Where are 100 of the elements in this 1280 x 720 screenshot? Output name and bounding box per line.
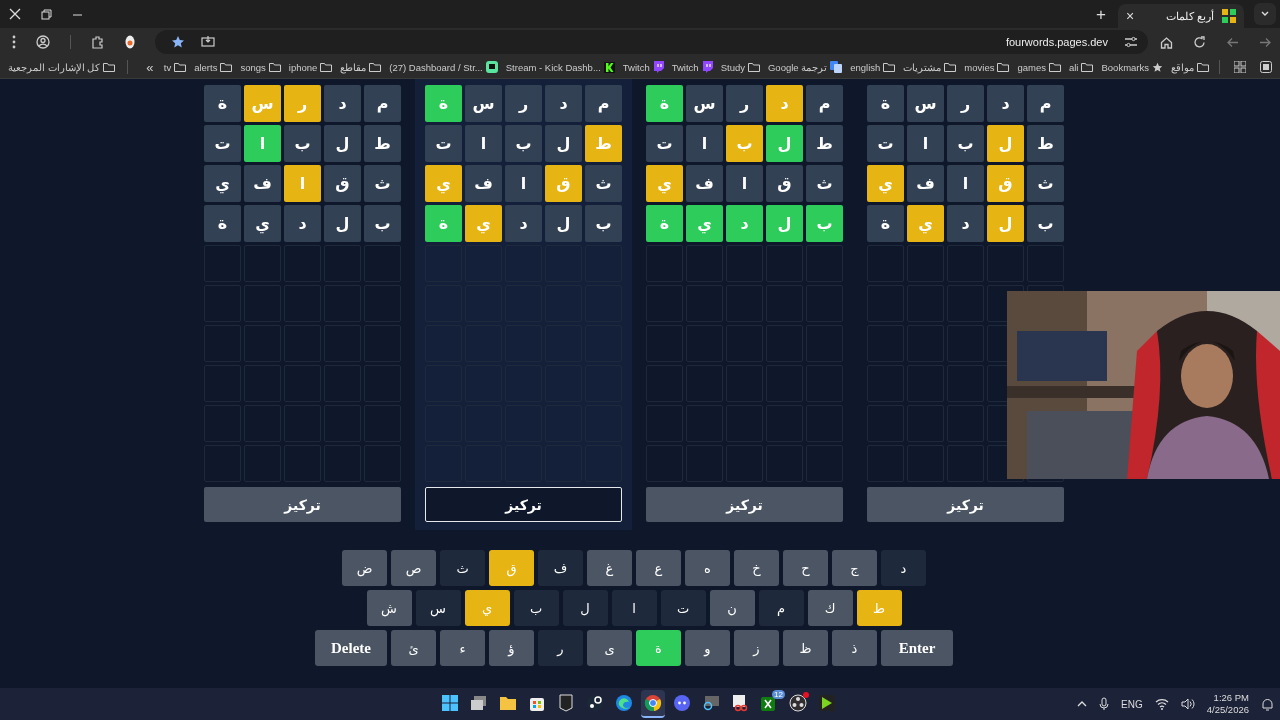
new-tab-button[interactable]: + xyxy=(1096,2,1106,28)
keyboard-key[interactable]: و xyxy=(685,630,730,666)
reload-icon[interactable] xyxy=(1193,35,1206,49)
bookmark-item[interactable]: english xyxy=(850,61,896,73)
bookmark-star-icon[interactable] xyxy=(171,35,185,49)
menu-icon[interactable] xyxy=(12,35,16,49)
keyboard-key[interactable]: ث xyxy=(440,550,485,586)
volume-icon[interactable] xyxy=(1180,698,1195,710)
bookmark-item[interactable]: ali xyxy=(1068,61,1094,73)
bookmark-item[interactable]: tv xyxy=(163,61,187,73)
keyboard-key[interactable]: ش xyxy=(366,590,412,626)
keyboard-key[interactable]: ذ xyxy=(832,630,877,666)
keyboard-key[interactable]: ن xyxy=(709,590,755,626)
apps-icon[interactable] xyxy=(1234,61,1246,73)
tab-close-button[interactable]: × xyxy=(1126,8,1135,24)
keyboard-key[interactable]: ه xyxy=(685,550,730,586)
tab-search-button[interactable] xyxy=(1254,3,1276,25)
folder-icon xyxy=(268,62,281,72)
bookmark-item[interactable]: (27) Dashboard / Str... xyxy=(389,61,498,73)
forward-icon[interactable] xyxy=(1259,35,1272,49)
keyboard-key[interactable]: ض xyxy=(342,550,387,586)
browser-tab[interactable]: × أربع كلمات xyxy=(1118,4,1244,28)
square-icon[interactable] xyxy=(1260,61,1272,73)
keyboard-key[interactable]: ح xyxy=(783,550,828,586)
letter-tile: ط xyxy=(806,125,843,162)
letter-tile: د xyxy=(284,205,321,242)
letter-tile: ا xyxy=(726,165,763,202)
letter-tile: ة xyxy=(867,85,904,122)
folder-icon xyxy=(997,62,1010,72)
home-icon[interactable] xyxy=(1160,35,1173,49)
keyboard-key[interactable]: ت xyxy=(660,590,706,626)
bookmark-item[interactable]: songs xyxy=(240,61,281,73)
keyboard-key[interactable]: غ xyxy=(587,550,632,586)
keyboard-key[interactable]: ى xyxy=(587,630,632,666)
keyboard-key[interactable]: م xyxy=(758,590,804,626)
letter-tile: ب xyxy=(505,125,542,162)
bookmark-item[interactable]: Google ترجمة xyxy=(767,61,843,73)
keyboard-key[interactable]: ص xyxy=(391,550,436,586)
letter-tile: د xyxy=(545,85,582,122)
taskbar-button[interactable] xyxy=(641,690,665,718)
restore-icon[interactable] xyxy=(41,8,52,20)
focus-button[interactable]: تركيز xyxy=(646,487,843,522)
keyboard-key[interactable]: س xyxy=(415,590,461,626)
keyboard-key[interactable]: ر xyxy=(538,630,583,666)
folder-icon xyxy=(944,62,957,72)
keyboard-key[interactable]: ب xyxy=(513,590,559,626)
bookmark-item[interactable]: Twitch xyxy=(622,61,664,73)
wifi-icon[interactable] xyxy=(1154,698,1169,710)
bookmark-item[interactable]: Bookmarks xyxy=(1101,61,1163,73)
bookmark-item[interactable]: Stream - Kick Dashb... xyxy=(505,61,615,73)
more-bookmarks-button[interactable]: « xyxy=(146,59,154,75)
bookmark-item[interactable]: alerts xyxy=(194,61,233,73)
profile-icon[interactable] xyxy=(36,35,50,49)
keyboard-key[interactable]: ك xyxy=(807,590,853,626)
bookmark-item[interactable]: Twitch xyxy=(671,61,713,73)
bookmark-item[interactable]: مشتريات xyxy=(903,61,957,73)
extensions-icon[interactable] xyxy=(91,35,105,49)
all-bookmarks-item[interactable]: كل الإشارات المرجعية xyxy=(8,61,116,73)
clock-date: 4/25/2026 xyxy=(1206,704,1249,716)
bookmark-item[interactable]: Study xyxy=(720,61,760,73)
focus-button[interactable]: تركيز xyxy=(425,487,622,522)
bookmark-item[interactable]: iphone xyxy=(288,61,333,73)
letter-tile: د xyxy=(505,205,542,242)
keyboard-key[interactable]: ا xyxy=(611,590,657,626)
letter-tile: ر xyxy=(284,85,321,122)
keyboard-key[interactable]: ج xyxy=(832,550,877,586)
letter-tile: ا xyxy=(947,165,984,202)
keyboard-key[interactable]: ئ xyxy=(391,630,436,666)
focus-button[interactable]: تركيز xyxy=(867,487,1064,522)
microphone-icon[interactable] xyxy=(1099,697,1110,711)
bookmark-item[interactable]: movies xyxy=(964,61,1010,73)
keyboard-key[interactable]: ز xyxy=(734,630,779,666)
bookmark-item[interactable]: games xyxy=(1017,61,1061,73)
back-icon[interactable] xyxy=(1226,35,1239,49)
close-icon[interactable] xyxy=(9,8,21,20)
scissors-icon xyxy=(731,694,749,712)
keyboard-key[interactable]: ؤ xyxy=(489,630,534,666)
keyboard-key[interactable]: د xyxy=(881,550,926,586)
letter-tile: ق xyxy=(324,165,361,202)
keyboard-key[interactable]: ظ xyxy=(783,630,828,666)
keyboard-key[interactable]: خ xyxy=(734,550,779,586)
site-settings-icon[interactable] xyxy=(1124,36,1138,48)
keyboard-key[interactable]: ع xyxy=(636,550,681,586)
folder-icon xyxy=(1081,62,1094,72)
install-icon[interactable] xyxy=(201,35,215,49)
language-indicator[interactable]: ENG xyxy=(1121,698,1143,710)
keyboard-key[interactable]: ف xyxy=(538,550,583,586)
clock-time: 1:26 PM xyxy=(1213,692,1249,704)
caret-icon[interactable] xyxy=(1077,700,1088,708)
notification-icon[interactable] xyxy=(1261,697,1274,711)
focus-button[interactable]: تركيز xyxy=(204,487,401,522)
keyboard-key[interactable]: Delete xyxy=(315,630,387,666)
keyboard-key[interactable]: ل xyxy=(562,590,608,626)
bookmark-item[interactable]: مقاطع xyxy=(340,61,382,73)
bookmark-item[interactable]: مواقع xyxy=(1171,61,1209,73)
keyboard-key[interactable]: Enter xyxy=(881,630,953,666)
extension-icon[interactable] xyxy=(125,35,135,49)
keyboard-key[interactable]: ء xyxy=(440,630,485,666)
address-field[interactable]: fourwords.pages.dev xyxy=(1005,36,1108,48)
letter-tile: م xyxy=(585,85,622,122)
